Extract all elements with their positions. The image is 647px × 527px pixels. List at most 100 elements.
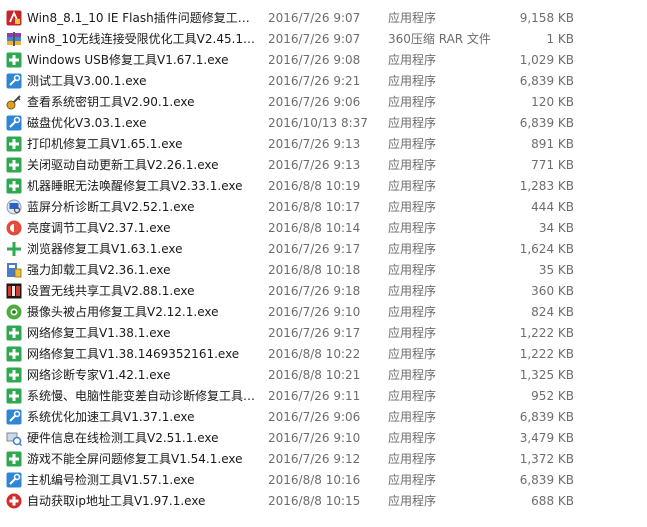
file-size: 6,839 KB: [519, 116, 574, 130]
file-row[interactable]: Windows USB修复工具V1.67.1.exe 2016/7/26 9:08…: [0, 50, 647, 71]
blue-wrench-icon: [6, 73, 22, 89]
file-name: 亮度调节工具V2.37.1.exe: [27, 221, 171, 235]
file-size: 1,222 KB: [519, 347, 574, 361]
file-row[interactable]: 强力卸载工具V2.36.1.exe 2016/8/8 10:18 应用程序 35 KB: [0, 260, 647, 281]
file-size: 120 KB: [531, 95, 574, 109]
file-row[interactable]: 磁盘优化V3.03.1.exe 2016/10/13 8:37 应用程序 6,839 …: [0, 113, 647, 134]
file-modified-date: 2016/7/26 9:17: [268, 326, 361, 340]
file-modified-date: 2016/7/26 9:10: [268, 305, 361, 319]
uninstall-icon: [6, 262, 22, 278]
file-name: 硬件信息在线检测工具V2.51.1.exe: [27, 431, 219, 445]
file-name: 测试工具V3.00.1.exe: [27, 74, 147, 88]
file-name: 磁盘优化V3.03.1.exe: [27, 116, 147, 130]
file-size: 9,158 KB: [519, 11, 574, 25]
file-modified-date: 2016/7/26 9:07: [268, 32, 361, 46]
brightness-icon: [6, 220, 22, 236]
rar-archive-icon: [6, 31, 22, 47]
file-name: Win8_8.1_10 IE Flash插件问题修复工具V1.44.1.exe: [27, 11, 257, 25]
file-size: 1,283 KB: [519, 179, 574, 193]
file-row[interactable]: 系统优化加速工具V1.37.1.exe 2016/7/26 9:06 应用程序 6,8…: [0, 407, 647, 428]
file-size: 952 KB: [531, 389, 574, 403]
green-cross-icon: [6, 157, 22, 173]
file-name: 摄像头被占用修复工具V2.12.1.exe: [27, 305, 219, 319]
green-cross-icon: [6, 325, 22, 341]
file-size: 771 KB: [531, 158, 574, 172]
file-size: 34 KB: [538, 221, 574, 235]
file-size: 824 KB: [531, 305, 574, 319]
ie-flash-repair-icon: [6, 10, 22, 26]
file-row[interactable]: 亮度调节工具V2.37.1.exe 2016/8/8 10:14 应用程序 34 KB: [0, 218, 647, 239]
file-size: 1,624 KB: [519, 242, 574, 256]
file-row[interactable]: 查看系统密钥工具V2.90.1.exe 2016/7/26 9:06 应用程序 120…: [0, 92, 647, 113]
file-name: 系统慢、电脑性能变差自动诊断修复工具V2.10.1.exe: [27, 389, 257, 403]
file-row[interactable]: 主机编号检测工具V1.57.1.exe 2016/8/8 10:16 应用程序 6,8…: [0, 470, 647, 491]
file-modified-date: 2016/7/26 9:08: [268, 53, 361, 67]
file-name: 设置无线共享工具V2.88.1.exe: [27, 284, 195, 298]
green-cross-icon: [6, 388, 22, 404]
file-modified-date: 2016/8/8 10:14: [268, 221, 361, 235]
file-row[interactable]: win8_10无线连接受限优化工具V2.45.1.rar 2016/7/26 9:…: [0, 29, 647, 50]
file-size: 891 KB: [531, 137, 574, 151]
file-row[interactable]: 游戏不能全屏问题修复工具V1.54.1.exe 2016/7/26 9:12 应用程…: [0, 449, 647, 470]
file-modified-date: 2016/8/8 10:21: [268, 368, 361, 382]
red-cross-icon: [6, 493, 22, 509]
green-cross-icon: [6, 451, 22, 467]
file-name: 主机编号检测工具V1.57.1.exe: [27, 473, 195, 487]
file-size: 688 KB: [531, 494, 574, 508]
wireless-share-icon: [6, 283, 22, 299]
file-name: Windows USB修复工具V1.67.1.exe: [27, 53, 229, 67]
file-size: 6,839 KB: [519, 473, 574, 487]
file-name: 强力卸载工具V2.36.1.exe: [27, 263, 171, 277]
file-name: 系统优化加速工具V1.37.1.exe: [27, 410, 195, 424]
green-cross-icon: [6, 136, 22, 152]
file-row[interactable]: 网络诊断专家V1.42.1.exe 2016/8/8 10:21 应用程序 1,325…: [0, 365, 647, 386]
file-row[interactable]: 蓝屏分析诊断工具V2.52.1.exe 2016/8/8 10:17 应用程序 444…: [0, 197, 647, 218]
file-size: 35 KB: [538, 263, 574, 277]
file-row[interactable]: 网络修复工具V1.38.1469352161.exe 2016/8/8 10:22…: [0, 344, 647, 365]
file-row[interactable]: 打印机修复工具V1.65.1.exe 2016/7/26 9:13 应用程序 891 …: [0, 134, 647, 155]
file-size: 6,839 KB: [519, 74, 574, 88]
file-modified-date: 2016/7/26 9:18: [268, 284, 361, 298]
file-size: 1,372 KB: [519, 452, 574, 466]
file-list: Win8_8.1_10 IE Flash插件问题修复工具V1.44.1.exe 2…: [0, 0, 647, 527]
green-cross-icon: [6, 52, 22, 68]
green-cross-icon: [6, 367, 22, 383]
file-row[interactable]: 系统慢、电脑性能变差自动诊断修复工具V2.10.1.exe 2016/7/26 9…: [0, 386, 647, 407]
file-size: 1,029 KB: [519, 53, 574, 67]
file-row[interactable]: 浏览器修复工具V1.63.1.exe 2016/7/26 9:17 应用程序 1,62…: [0, 239, 647, 260]
file-row[interactable]: 关闭驱动自动更新工具V2.26.1.exe 2016/7/26 9:13 应用程序 7…: [0, 155, 647, 176]
green-cross-icon: [6, 178, 22, 194]
file-name: 机器睡眠无法唤醒修复工具V2.33.1.exe: [27, 179, 243, 193]
file-size: 1,325 KB: [519, 368, 574, 382]
file-modified-date: 2016/7/26 9:11: [268, 389, 361, 403]
file-size: 360 KB: [531, 284, 574, 298]
file-name: 关闭驱动自动更新工具V2.26.1.exe: [27, 158, 219, 172]
file-row[interactable]: 设置无线共享工具V2.88.1.exe 2016/7/26 9:18 应用程序 360…: [0, 281, 647, 302]
file-size: 444 KB: [531, 200, 574, 214]
file-size: 1 KB: [546, 32, 574, 46]
file-row[interactable]: 机器睡眠无法唤醒修复工具V2.33.1.exe 2016/8/8 10:19 应用程…: [0, 176, 647, 197]
file-modified-date: 2016/8/8 10:22: [268, 347, 361, 361]
file-name: 浏览器修复工具V1.63.1.exe: [27, 242, 183, 256]
hardware-info-icon: [6, 430, 22, 446]
file-row[interactable]: 摄像头被占用修复工具V2.12.1.exe 2016/7/26 9:10 应用程序 8…: [0, 302, 647, 323]
file-name: 游戏不能全屏问题修复工具V1.54.1.exe: [27, 452, 243, 466]
blue-wrench-icon: [6, 472, 22, 488]
file-modified-date: 2016/8/8 10:18: [268, 263, 361, 277]
file-row[interactable]: 硬件信息在线检测工具V2.51.1.exe 2016/7/26 9:10 应用程序 3…: [0, 428, 647, 449]
file-row[interactable]: Win8_8.1_10 IE Flash插件问题修复工具V1.44.1.exe 2…: [0, 8, 647, 29]
file-modified-date: 2016/8/8 10:15: [268, 494, 361, 508]
green-plus-icon: [6, 241, 22, 257]
file-name: 网络修复工具V1.38.1469352161.exe: [27, 347, 240, 361]
file-name: 网络诊断专家V1.42.1.exe: [27, 368, 171, 382]
blue-wrench-icon: [6, 409, 22, 425]
file-row[interactable]: 测试工具V3.00.1.exe 2016/7/26 9:21 应用程序 6,839 K…: [0, 71, 647, 92]
file-name: 查看系统密钥工具V2.90.1.exe: [27, 95, 195, 109]
file-size: 1,222 KB: [519, 326, 574, 340]
file-modified-date: 2016/7/26 9:06: [268, 410, 361, 424]
file-modified-date: 2016/7/26 9:13: [268, 158, 361, 172]
file-size: 6,839 KB: [519, 410, 574, 424]
file-modified-date: 2016/7/26 9:10: [268, 431, 361, 445]
file-row[interactable]: 网络修复工具V1.38.1.exe 2016/7/26 9:17 应用程序 1,222…: [0, 323, 647, 344]
file-row[interactable]: 自动获取ip地址工具V1.97.1.exe 2016/8/8 10:15 应用程序 6…: [0, 491, 647, 512]
